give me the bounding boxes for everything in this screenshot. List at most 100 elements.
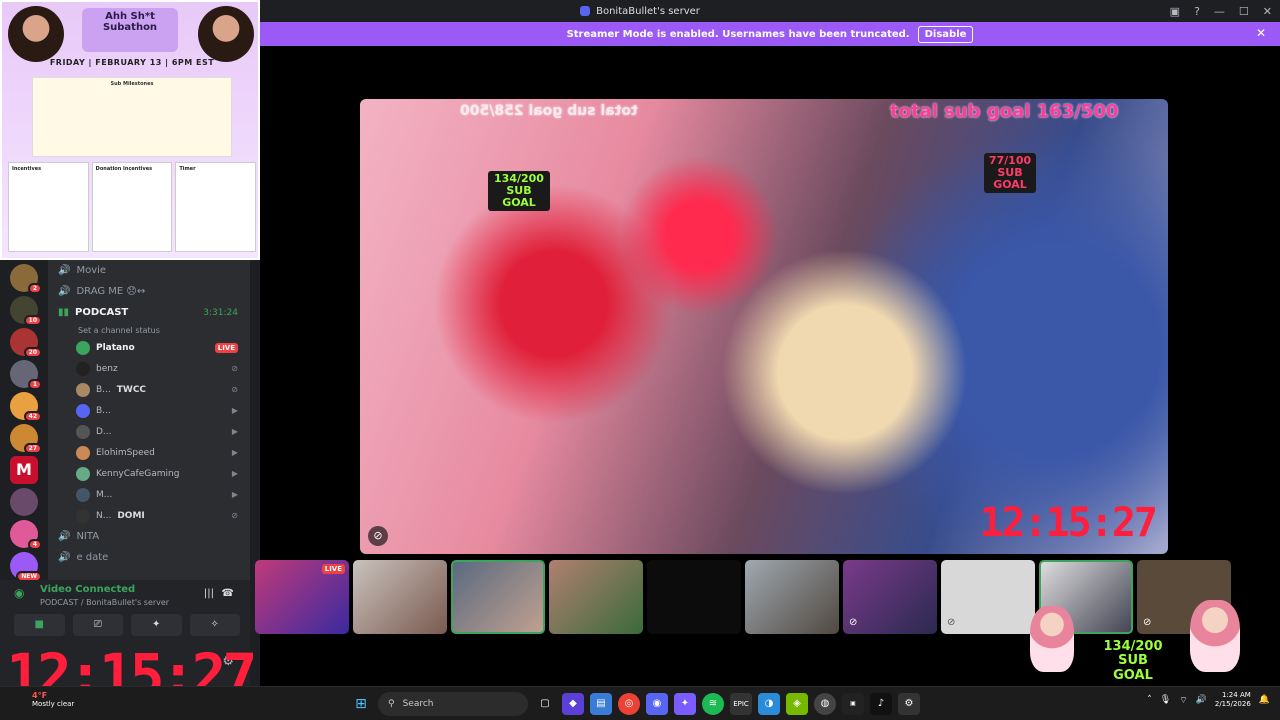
total-goal-right: total sub goal 163/500 [890, 101, 1119, 122]
thumbnail-tile[interactable]: ⊘ [941, 560, 1035, 634]
server-icon[interactable]: 2 [10, 264, 42, 294]
voice-user[interactable]: N... DOMI ⊘ [48, 505, 250, 526]
steam-icon[interactable]: ⚙ [898, 693, 920, 715]
voice-user[interactable]: B... TWCC ⊘ [48, 379, 250, 400]
channel-list: 🔊 Movie 🔊 DRAG ME 😞↔ ▮▮ PODCAST 3:31:24 Se… [48, 260, 250, 580]
taskview-icon[interactable]: ▢ [534, 693, 556, 715]
mic-off-icon: ⊘ [849, 617, 858, 628]
main-video-stream[interactable]: total sub goal 258/500 total sub goal 16… [360, 99, 1168, 554]
voice-buttons: ■ ⎚ ✦ ✧ [14, 614, 240, 636]
channel-status[interactable]: Set a channel status [48, 323, 250, 337]
voice-user[interactable]: M... ▶ [48, 484, 250, 505]
mic-icon[interactable]: 🎙 [1160, 695, 1171, 705]
thumbnail-tile[interactable] [451, 560, 545, 634]
activities-button[interactable]: ✦ [131, 614, 182, 636]
streamer-mode-banner: Streamer Mode is enabled. Usernames have… [260, 22, 1280, 46]
video-icon: ▶ [231, 469, 238, 478]
chevron-up-icon[interactable]: ˄ [1147, 695, 1152, 705]
volume-icon[interactable]: 🔊 [1196, 695, 1207, 705]
chibi-sticker [1030, 606, 1074, 672]
thumbnail-tile[interactable]: ⊘ [843, 560, 937, 634]
streamlabs-icon[interactable]: ◑ [758, 693, 780, 715]
disable-button[interactable]: Disable [917, 25, 974, 43]
avatar [76, 340, 90, 355]
voice-user[interactable]: B... ▶ [48, 400, 250, 421]
server-icon[interactable]: NEW [10, 552, 42, 582]
poster-date: FRIDAY | FEBRUARY 13 | 6PM EST [49, 58, 215, 67]
timer-box: Timer [175, 162, 257, 252]
voice-user[interactable]: benz ⊘ [48, 358, 250, 379]
avatar [76, 487, 90, 502]
banner-close-icon[interactable]: ✕ [1256, 26, 1266, 40]
inbox-icon[interactable]: ▣ [1170, 5, 1180, 18]
avatar [76, 361, 90, 376]
speaker-icon: 🔊 [58, 531, 71, 542]
channel-movie[interactable]: 🔊 Movie [48, 260, 250, 281]
weather-widget[interactable]: 4°F Mostly clear [14, 691, 74, 708]
avatar [76, 466, 90, 481]
game-icon[interactable]: ✦ [674, 693, 696, 715]
maximize-button[interactable]: ☐ [1239, 5, 1249, 18]
tiktok-icon[interactable]: ♪ [870, 693, 892, 715]
clock[interactable]: 1:24 AM 2/15/2026 [1215, 691, 1251, 709]
store-icon[interactable]: ▤ [590, 693, 612, 715]
sub-goal-overlay: 134/200 SUB GOAL [1103, 639, 1163, 683]
chrome-icon[interactable]: ◎ [618, 693, 640, 715]
copilot-icon[interactable]: ◆ [562, 693, 584, 715]
obs-icon[interactable]: ◍ [814, 693, 836, 715]
noise-icon[interactable]: ||| [204, 588, 214, 599]
disconnect-icon[interactable]: ☎ [222, 588, 234, 599]
channel-drag-me[interactable]: 🔊 DRAG ME 😞↔ [48, 281, 250, 302]
server-icon[interactable]: 20 [10, 328, 42, 358]
soundboard-button[interactable]: ✧ [189, 614, 240, 636]
server-icon[interactable]: 10 [10, 296, 42, 326]
capcut-icon[interactable]: ▣ [842, 693, 864, 715]
close-button[interactable]: ✕ [1263, 5, 1272, 18]
speaker-icon: 🔊 [58, 265, 71, 276]
screenshare-button[interactable]: ⎚ [72, 614, 123, 636]
banner-text: Streamer Mode is enabled. Usernames have… [566, 28, 910, 40]
thumbnail-tile[interactable] [745, 560, 839, 634]
thumbnail-tile[interactable] [647, 560, 741, 634]
voice-user[interactable]: Platano LIVE [48, 337, 250, 358]
wifi-icon[interactable]: ⌔ [1179, 695, 1187, 706]
voice-channel[interactable]: PODCAST / BonitaBullet's server [40, 598, 169, 607]
milestones-box: Sub Milestones [32, 77, 232, 157]
server-icon[interactable]: 4 [10, 520, 42, 550]
voice-status[interactable]: Video Connected [40, 584, 135, 595]
channel-podcast[interactable]: ▮▮ PODCAST 3:31:24 [48, 302, 250, 323]
channel-e-date[interactable]: 🔊 e date [48, 547, 250, 568]
weather-temp: 4°F [32, 691, 48, 700]
window-title: BonitaBullet's server [596, 5, 700, 17]
sub-goal-badge: 134/200 SUB GOAL [488, 171, 550, 212]
poster-title: Ahh Sh*t Subathon [82, 8, 178, 52]
taskbar-apps: ⊞ ⚲ Search ▢ ◆ ▤ ◎ ◉ ✦ ≋ EPIC ◑ ◈ ◍ ▣ ♪ ⚙ [350, 692, 920, 716]
nvidia-icon[interactable]: ◈ [786, 693, 808, 715]
video-icon: ▶ [231, 490, 238, 499]
camera-button[interactable]: ■ [14, 614, 65, 636]
spotify-icon[interactable]: ≋ [702, 693, 724, 715]
host-avatar [198, 6, 254, 62]
channel-nita[interactable]: 🔊 NITA [48, 526, 250, 547]
thumbnail-tile[interactable] [549, 560, 643, 634]
start-icon[interactable]: ⊞ [350, 693, 372, 715]
voice-user[interactable]: ElohimSpeed ▶ [48, 442, 250, 463]
discord-icon[interactable]: ◉ [646, 693, 668, 715]
voice-user[interactable]: D... ▶ [48, 421, 250, 442]
notification-icon[interactable]: 🔔 [1259, 695, 1270, 705]
help-icon[interactable]: ? [1194, 5, 1200, 18]
incentives-box: Incentives [8, 162, 89, 252]
thumbnail-tile[interactable]: LIVE [255, 560, 349, 634]
search-box[interactable]: ⚲ Search [378, 692, 528, 716]
server-icon-m[interactable]: M [10, 456, 38, 484]
thumbnail-tile[interactable] [353, 560, 447, 634]
server-icon[interactable]: 27 [10, 424, 42, 454]
server-icon[interactable]: 1 [10, 360, 42, 390]
minimize-button[interactable]: — [1214, 5, 1225, 18]
chibi-sticker [1190, 600, 1240, 672]
video-icon: ▶ [231, 406, 238, 415]
server-icon[interactable]: 42 [10, 392, 42, 422]
voice-user[interactable]: KennyCafeGaming ▶ [48, 463, 250, 484]
epic-icon[interactable]: EPIC [730, 693, 752, 715]
server-icon[interactable] [10, 488, 38, 516]
